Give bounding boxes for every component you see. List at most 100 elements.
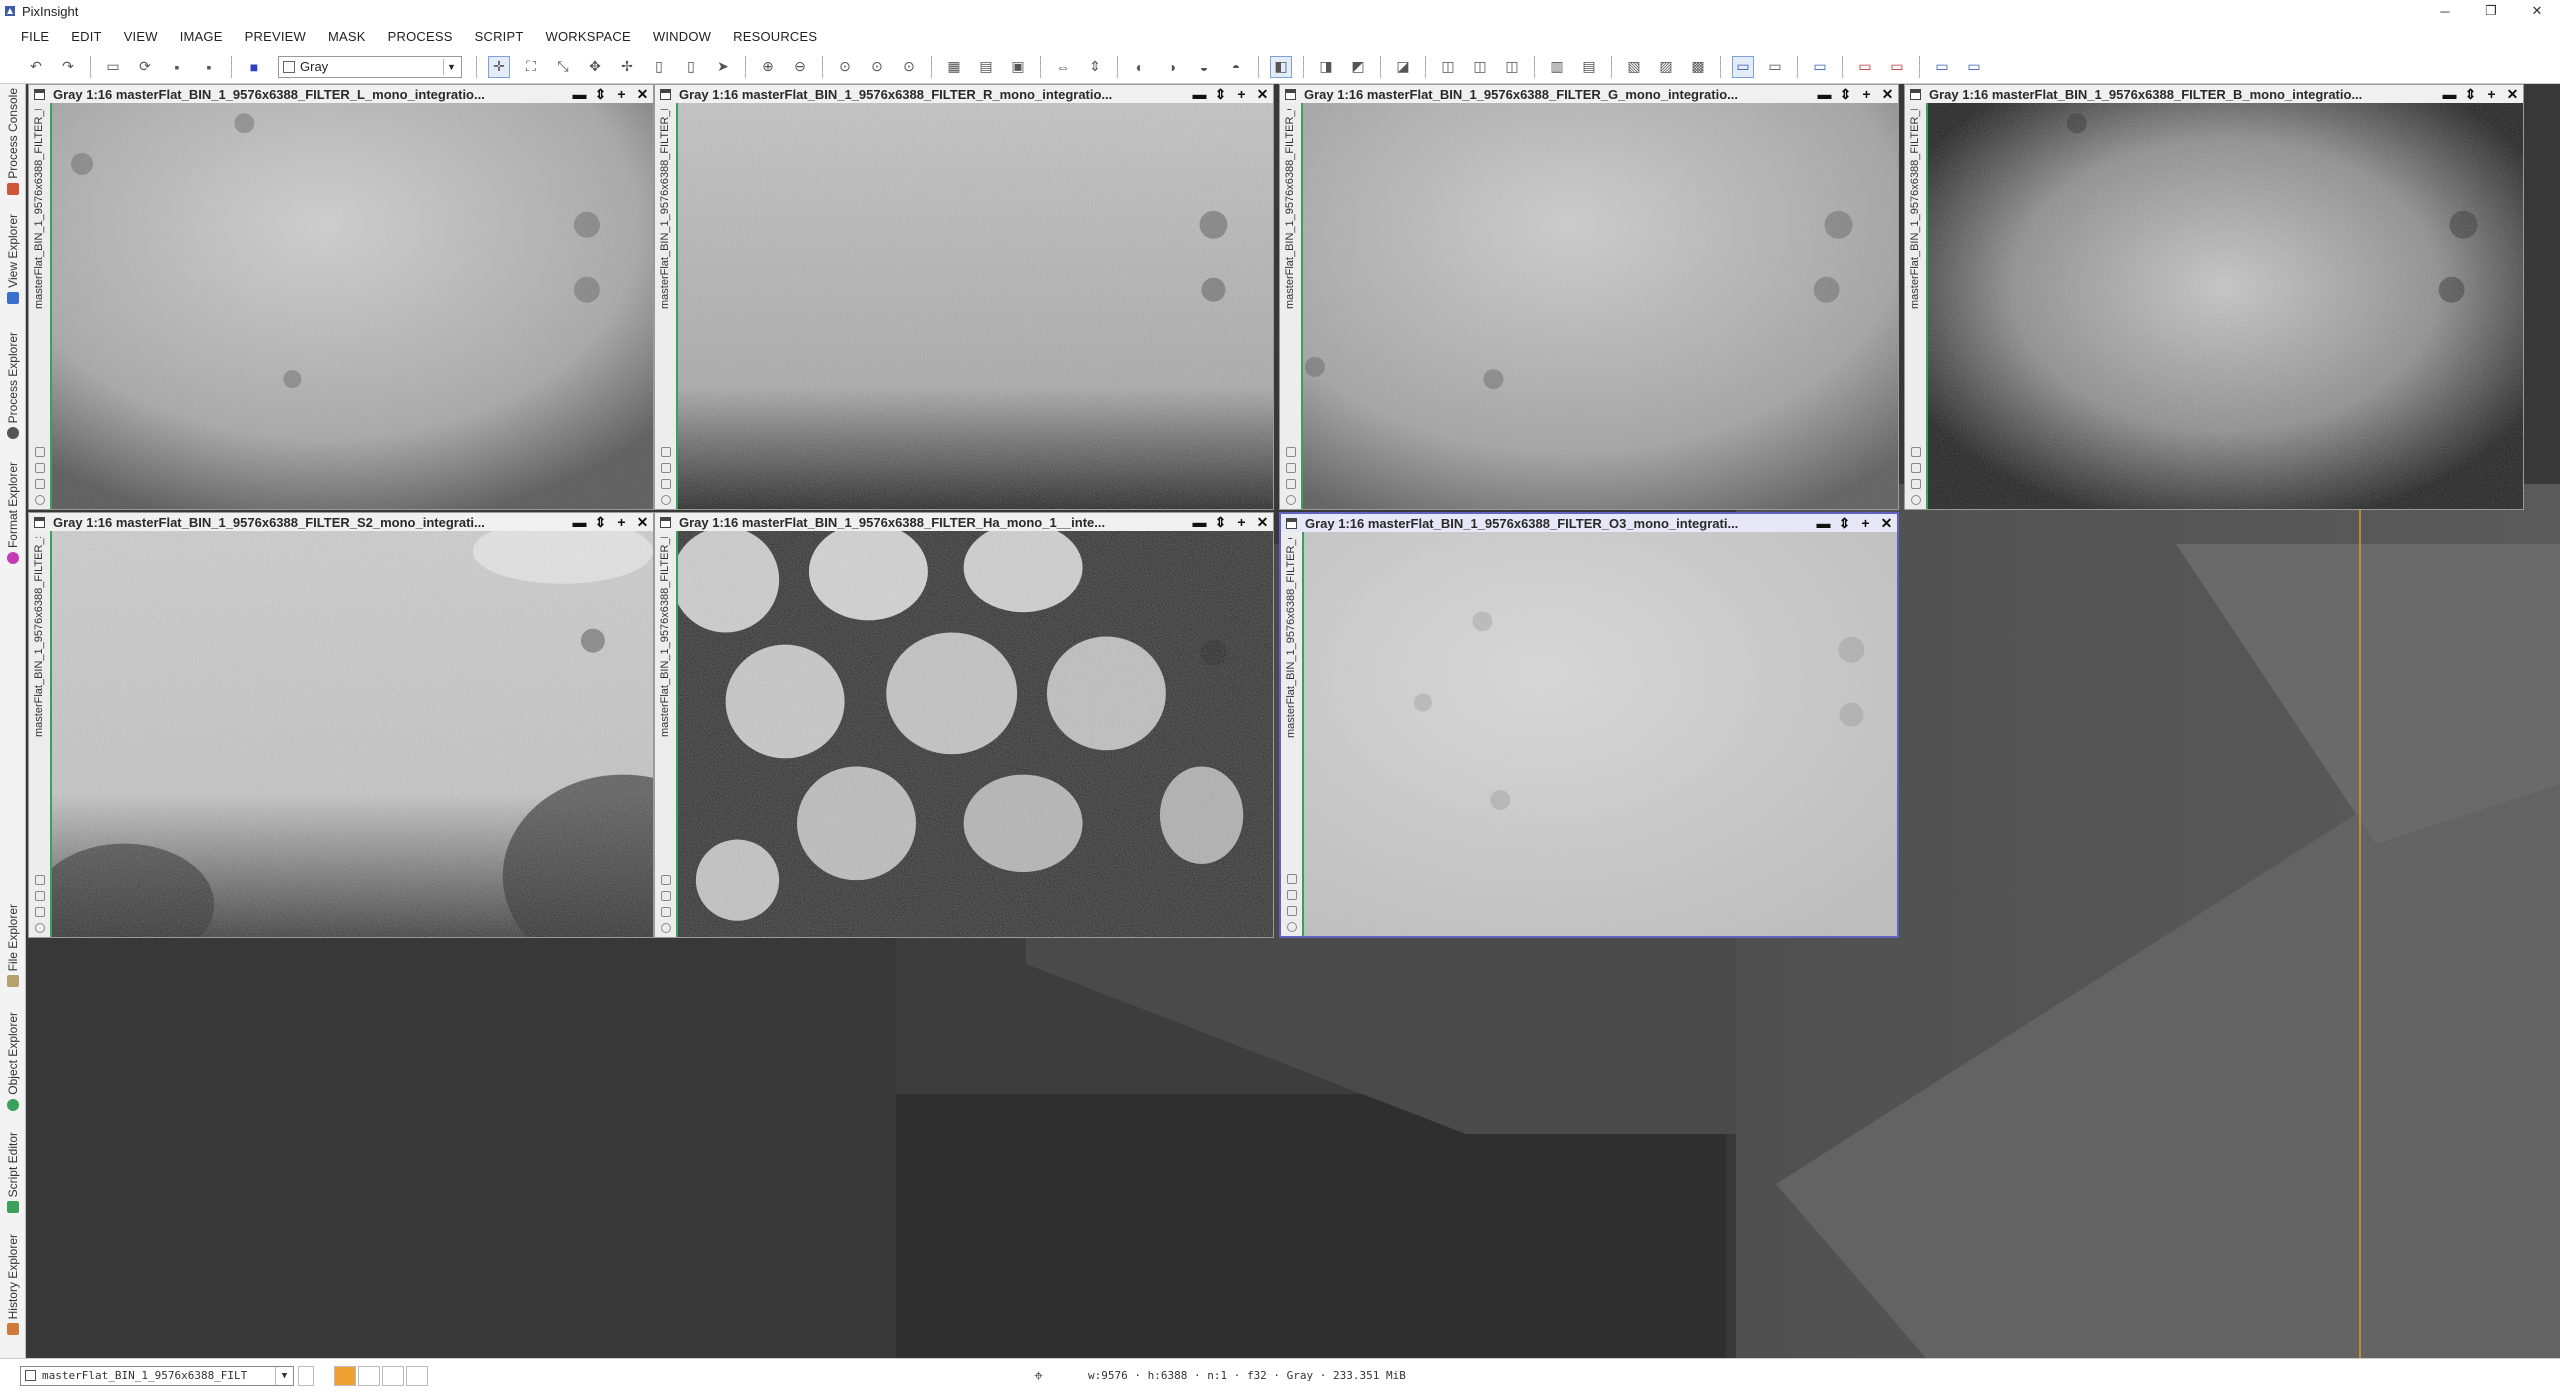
menu-script[interactable]: SCRIPT xyxy=(464,29,535,44)
image-window-title-bar[interactable]: Gray 1:16 masterFlat_BIN_1_9576x6388_FIL… xyxy=(1281,514,1897,532)
explorer-icon-2[interactable]: ▤ xyxy=(1578,56,1600,78)
menu-process[interactable]: PROCESS xyxy=(377,29,464,44)
view-identifier-tab[interactable]: masterFlat_BIN_1_9576x6388_FILTER_S2_mon… xyxy=(33,537,45,737)
maximize-button[interactable]: + xyxy=(1856,86,1877,102)
iconize-button[interactable]: ⇕ xyxy=(1834,515,1855,532)
view-tool-icon[interactable] xyxy=(1287,890,1297,900)
horizontal-mirror-icon[interactable]: ⇔ xyxy=(1052,56,1074,78)
iconize-button[interactable]: ⇕ xyxy=(2460,86,2481,103)
maximize-button[interactable]: + xyxy=(1855,515,1876,531)
close-window-button[interactable]: ✕ xyxy=(1252,86,1273,103)
iconize-button[interactable]: ⇕ xyxy=(1835,86,1856,103)
rgb-channels-icon[interactable]: ■ xyxy=(243,56,265,78)
view-tool-icon[interactable] xyxy=(661,495,671,505)
iconize-button[interactable]: ⇕ xyxy=(1210,514,1231,531)
image-canvas[interactable] xyxy=(52,531,653,937)
tile-windows-icon[interactable]: ▦ xyxy=(943,56,965,78)
sidetab-process-explorer[interactable]: Process Explorer xyxy=(0,332,26,440)
zoom-in-icon[interactable]: ⊕ xyxy=(757,56,779,78)
screen-red-1-icon[interactable]: ▭ xyxy=(1854,56,1876,78)
shade-button[interactable]: ▬ xyxy=(569,514,590,530)
close-window-button[interactable]: ✕ xyxy=(632,514,653,531)
image-window[interactable]: Gray 1:16 masterFlat_BIN_1_9576x6388_FIL… xyxy=(28,512,654,938)
image-window-title-bar[interactable]: Gray 1:16 masterFlat_BIN_1_9576x6388_FIL… xyxy=(1280,85,1898,103)
iconize-button[interactable]: ⇕ xyxy=(590,514,611,531)
maximize-button[interactable]: + xyxy=(1231,514,1252,530)
shade-button[interactable]: ▬ xyxy=(1189,86,1210,102)
view-tool-icon[interactable] xyxy=(35,891,45,901)
mask-icon[interactable]: ◐ xyxy=(1129,56,1151,78)
view-selector-strip[interactable]: masterFlat_BIN_1_9576x6388_FILTER_O3_mon… xyxy=(1281,532,1304,936)
preview-mode-icon[interactable]: ▯ xyxy=(648,56,670,78)
zoom-1-1-icon[interactable]: ⊙ xyxy=(834,56,856,78)
image-window[interactable]: Gray 1:16 masterFlat_BIN_1_9576x6388_FIL… xyxy=(654,512,1274,938)
shade-button[interactable]: ▬ xyxy=(1813,515,1834,531)
minimize-button[interactable]: ─ xyxy=(2422,0,2468,22)
menu-file[interactable]: FILE xyxy=(10,29,60,44)
image-window-title-bar[interactable]: Gray 1:16 masterFlat_BIN_1_9576x6388_FIL… xyxy=(29,513,653,531)
stf-auto-icon[interactable]: ◪ xyxy=(1392,56,1414,78)
menu-resources[interactable]: RESOURCES xyxy=(722,29,828,44)
workspace-monitor-2-icon[interactable]: ▭ xyxy=(1764,56,1786,78)
iconize-button[interactable]: ⇕ xyxy=(1210,86,1231,103)
image-window-title-bar[interactable]: Gray 1:16 masterFlat_BIN_1_9576x6388_FIL… xyxy=(655,85,1273,103)
close-window-button[interactable]: ✕ xyxy=(632,86,653,103)
edit-preview-icon[interactable]: ▯ xyxy=(680,56,702,78)
sidetab-script-editor[interactable]: Script Editor xyxy=(0,1132,26,1214)
view-tool-icon[interactable] xyxy=(661,447,671,457)
view-tool-icon[interactable] xyxy=(1286,495,1296,505)
process-icon-2[interactable]: ◫ xyxy=(1469,56,1491,78)
color-swatch[interactable] xyxy=(334,1365,356,1386)
layout-icon-3[interactable]: ▩ xyxy=(1687,56,1709,78)
zoom-out-icon[interactable]: ⊖ xyxy=(789,56,811,78)
process-icon-1[interactable]: ◫ xyxy=(1437,56,1459,78)
redo-icon[interactable]: ↷ xyxy=(57,56,79,78)
pan-mode-icon[interactable]: ✥ xyxy=(584,56,606,78)
view-selector-strip[interactable]: masterFlat_BIN_1_9576x6388_FILTER_R_mono… xyxy=(655,103,678,509)
layout-icon-1[interactable]: ▧ xyxy=(1623,56,1645,78)
layout-icon-2[interactable]: ▨ xyxy=(1655,56,1677,78)
zoom-1-2-icon[interactable]: ⊙ xyxy=(866,56,888,78)
shade-button[interactable]: ▬ xyxy=(2439,86,2460,102)
view-tool-icon[interactable] xyxy=(1286,479,1296,489)
view-tool-icon[interactable] xyxy=(1911,495,1921,505)
view-tool-icon[interactable] xyxy=(35,495,45,505)
screen-blue-2-icon[interactable]: ▭ xyxy=(1963,56,1985,78)
view-tool-icon[interactable] xyxy=(1911,447,1921,457)
image-canvas[interactable] xyxy=(1303,103,1898,509)
menu-workspace[interactable]: WORKSPACE xyxy=(535,29,642,44)
view-selector-strip[interactable]: masterFlat_BIN_1_9576x6388_FILTER_S2_mon… xyxy=(29,531,52,937)
view-identifier-tab[interactable]: masterFlat_BIN_1_9576x6388_FILTER_O3_mon… xyxy=(1285,538,1297,738)
view-tool-icon[interactable] xyxy=(35,447,45,457)
undo-icon[interactable]: ↶ xyxy=(25,56,47,78)
swatch-empty-2[interactable] xyxy=(382,1365,404,1386)
center-icon[interactable]: ✢ xyxy=(616,56,638,78)
view-tool-icon[interactable] xyxy=(35,923,45,933)
menu-preview[interactable]: PREVIEW xyxy=(234,29,317,44)
view-identifier-tab[interactable]: masterFlat_BIN_1_9576x6388_FILTER_B_mono… xyxy=(1909,109,1921,309)
pointer-icon[interactable]: ➤ xyxy=(712,56,734,78)
view-mode-icon[interactable] xyxy=(298,1365,314,1386)
arrange-icons-icon[interactable]: ▣ xyxy=(1007,56,1029,78)
menu-mask[interactable]: MASK xyxy=(317,29,377,44)
save-as-icon[interactable]: ▪ xyxy=(198,56,220,78)
view-tool-icon[interactable] xyxy=(1287,922,1297,932)
cascade-windows-icon[interactable]: ▤ xyxy=(975,56,997,78)
explorer-icon-1[interactable]: ▥ xyxy=(1546,56,1568,78)
menu-window[interactable]: WINDOW xyxy=(642,29,722,44)
image-window-title-bar[interactable]: Gray 1:16 masterFlat_BIN_1_9576x6388_FIL… xyxy=(1905,85,2523,103)
restore-button[interactable]: ❐ xyxy=(2468,0,2514,22)
image-canvas[interactable] xyxy=(1304,532,1897,936)
sidetab-object-explorer[interactable]: Object Explorer xyxy=(0,1012,26,1111)
shade-button[interactable]: ▬ xyxy=(1189,514,1210,530)
image-window[interactable]: Gray 1:16 masterFlat_BIN_1_9576x6388_FIL… xyxy=(1904,84,2524,510)
image-window[interactable]: Gray 1:16 masterFlat_BIN_1_9576x6388_FIL… xyxy=(1279,84,1899,510)
view-selector-strip[interactable]: masterFlat_BIN_1_9576x6388_FILTER_G_mono… xyxy=(1280,103,1303,509)
mask-invert-icon[interactable]: ◒ xyxy=(1193,56,1215,78)
sidetab-process-console[interactable]: Process Console xyxy=(0,88,26,195)
maximize-button[interactable]: + xyxy=(1231,86,1252,102)
mask-enable-icon[interactable]: ◓ xyxy=(1225,56,1247,78)
close-window-button[interactable]: ✕ xyxy=(1877,86,1898,103)
view-tool-icon[interactable] xyxy=(661,907,671,917)
image-canvas[interactable] xyxy=(678,531,1273,937)
